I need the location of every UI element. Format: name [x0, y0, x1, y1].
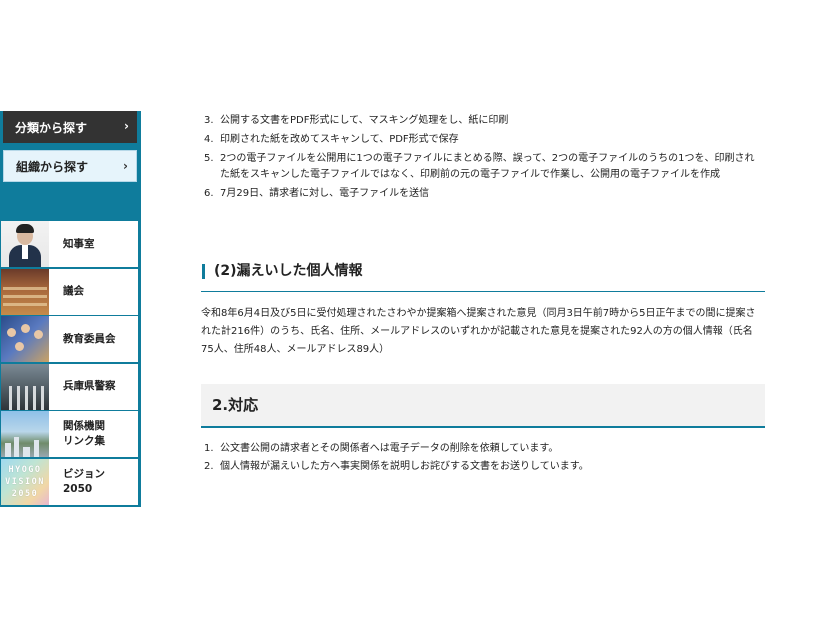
browse-by-category-label: 分類から探す [15, 120, 88, 135]
chevron-right-icon: › [124, 119, 129, 133]
students-photo [1, 316, 49, 362]
list-number: 4. [204, 134, 214, 145]
process-steps-list: 3. 公開する文書をPDF形式にして、マスキング処理をし、紙に印刷 4. 印刷さ… [201, 113, 765, 205]
governor-photo [1, 221, 49, 267]
related-links-list: 知事室 議会 教育委員会 兵庫県警察 関係機関 リンク集 HYOGO VISIO… [1, 221, 138, 506]
list-item: 1. 公文書公開の請求者とその関係者へは電子データの削除を依頼しています。 [201, 441, 765, 457]
list-number: 5. [204, 153, 214, 164]
police-building-photo [1, 363, 49, 410]
browse-by-organization-button[interactable]: 組織から探す › [3, 150, 137, 182]
link-label: 議会 [63, 285, 84, 297]
response-heading-text: 2.対応 [212, 396, 259, 414]
list-number: 6. [204, 188, 214, 199]
list-item: 3. 公開する文書をPDF形式にして、マスキング処理をし、紙に印刷 [201, 113, 765, 129]
list-text: 印刷された紙を改めてスキャンして、PDF形式で保存 [220, 134, 459, 145]
hyogo-vision-logo: HYOGO VISION 2050 [1, 458, 49, 505]
list-item: 6. 7月29日、請求者に対し、電子ファイルを送信 [201, 186, 765, 202]
list-item: 2. 個人情報が漏えいした方へ事実関係を説明しお詫びする文書をお送りしています。 [201, 459, 765, 475]
sidebar: 分類から探す › 組織から探す › 知事室 議会 教育委員会 兵庫県警察 関係機… [0, 111, 141, 507]
list-text: 公文書公開の請求者とその関係者へは電子データの削除を依頼しています。 [220, 443, 559, 454]
list-item: 4. 印刷された紙を改めてスキャンして、PDF形式で保存 [201, 132, 765, 148]
logo-text: VISION [5, 476, 45, 487]
link-assembly[interactable]: 議会 [1, 268, 138, 315]
list-text: 個人情報が漏えいした方へ事実関係を説明しお詫びする文書をお送りしています。 [220, 461, 589, 472]
link-label: 知事室 [63, 237, 95, 250]
chevron-right-icon: › [123, 159, 128, 173]
assembly-hall-photo [1, 268, 49, 315]
link-prefectural-police[interactable]: 兵庫県警察 [1, 363, 138, 410]
list-number: 1. [204, 443, 214, 454]
browse-by-category-button[interactable]: 分類から探す › [3, 111, 137, 143]
list-text: 公開する文書をPDF形式にして、マスキング処理をし、紙に印刷 [220, 115, 509, 126]
browse-by-organization-label: 組織から探す [16, 159, 89, 174]
logo-text: 2050 [11, 488, 39, 499]
link-label: 関係機関 リンク集 [63, 420, 105, 447]
response-actions-list: 1. 公文書公開の請求者とその関係者へは電子データの削除を依頼しています。 2.… [201, 441, 765, 477]
list-item: 5. 2つの電子ファイルを公開用に1つの電子ファイルにまとめる際、誤って、2つの… [201, 151, 765, 183]
section-heading: (2)漏えいした個人情報 [201, 261, 765, 292]
city-view-photo [1, 411, 49, 457]
logo-text: HYOGO [8, 464, 42, 475]
list-text: 2つの電子ファイルを公開用に1つの電子ファイルにまとめる際、誤って、2つの電子フ… [220, 153, 755, 180]
link-related-organizations[interactable]: 関係機関 リンク集 [1, 411, 138, 457]
list-number: 3. [204, 115, 214, 126]
link-label: 教育委員会 [63, 332, 116, 345]
response-heading: 2.対応 [201, 384, 765, 428]
link-governor-office[interactable]: 知事室 [1, 221, 138, 267]
link-label: ビジョン 2050 [63, 467, 105, 495]
list-text: 7月29日、請求者に対し、電子ファイルを送信 [220, 188, 430, 199]
section-heading-text: (2)漏えいした個人情報 [214, 263, 363, 279]
list-number: 2. [204, 461, 214, 472]
link-vision-2050[interactable]: HYOGO VISION 2050 ビジョン 2050 [1, 458, 138, 505]
link-board-of-education[interactable]: 教育委員会 [1, 316, 138, 362]
leaked-info-paragraph: 令和8年6月4日及び5日に受付処理されたさわやか提案箱へ提案された意見（同月3日… [201, 308, 756, 355]
heading-accent-bar [202, 264, 205, 279]
link-label: 兵庫県警察 [63, 380, 116, 392]
